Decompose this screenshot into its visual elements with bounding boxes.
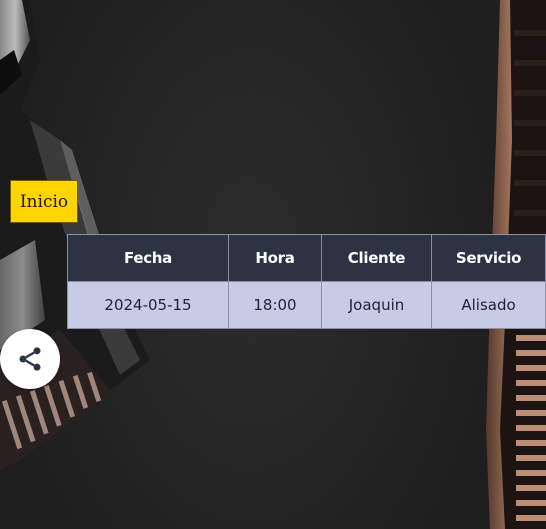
table-header-row: Fecha Hora Cliente Servicio: [67, 234, 546, 282]
column-header-servicio: Servicio: [431, 234, 546, 282]
column-header-hora: Hora: [228, 234, 322, 282]
appointments-table: Fecha Hora Cliente Servicio 2024-05-15 1…: [67, 234, 546, 329]
cell-cliente: Joaquin: [321, 281, 432, 329]
page-background: Inicio Fecha Hora Cliente Servicio 2024-…: [0, 0, 546, 529]
cell-hora: 18:00: [228, 281, 322, 329]
cell-fecha: 2024-05-15: [67, 281, 229, 329]
share-button[interactable]: [0, 329, 60, 389]
share-icon: [19, 347, 41, 371]
cell-servicio: Alisado: [431, 281, 546, 329]
table-row: 2024-05-15 18:00 Joaquin Alisado: [67, 281, 546, 329]
column-header-cliente: Cliente: [321, 234, 432, 282]
column-header-fecha: Fecha: [67, 234, 229, 282]
home-button[interactable]: Inicio: [10, 180, 78, 223]
